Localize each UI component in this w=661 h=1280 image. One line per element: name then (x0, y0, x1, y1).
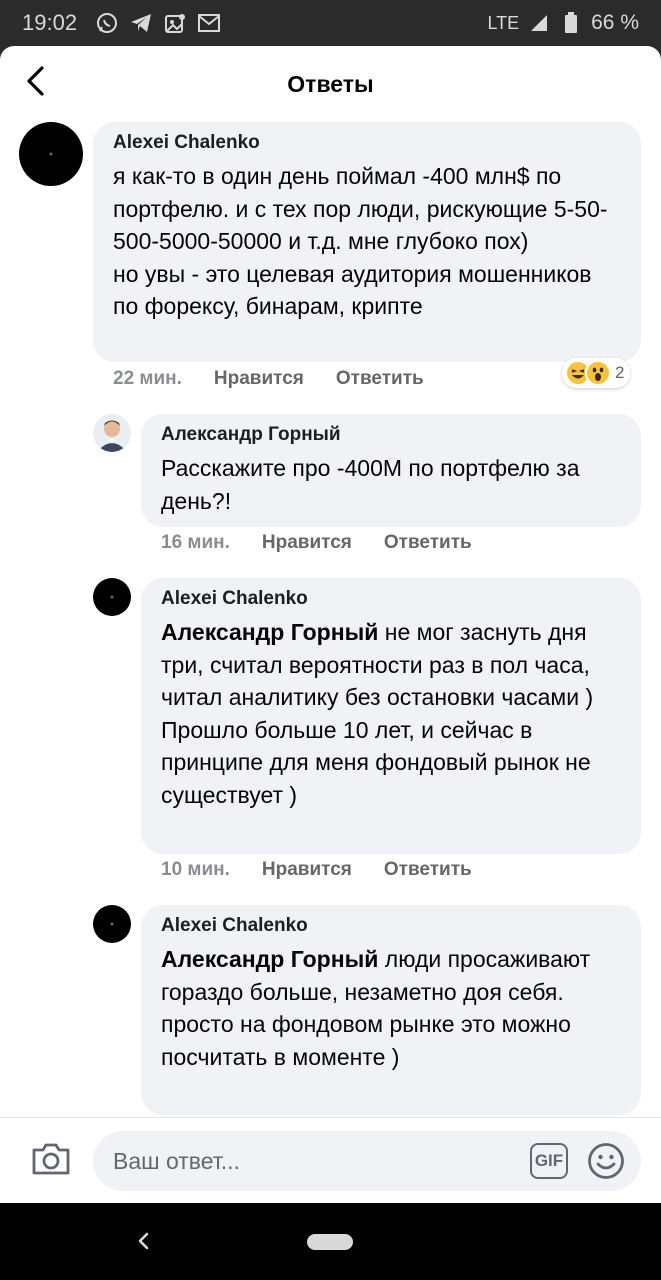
reply-button[interactable]: Ответить (384, 859, 472, 881)
page-title: Ответы (287, 70, 374, 97)
smiley-icon (588, 1143, 624, 1179)
like-button[interactable]: Нравится (262, 859, 352, 881)
comment-text: Александр Горный люди просаживают горазд… (161, 943, 621, 1073)
chevron-left-icon (138, 1232, 149, 1250)
mention-link[interactable]: Александр Горный (161, 619, 378, 645)
comment-bubble: Alexei Chalenko Александр Горный люди пр… (141, 905, 641, 1115)
system-nav-bar (0, 1203, 661, 1280)
like-button[interactable]: Нравится (262, 532, 352, 554)
comment-text: я как-то в один день поймал -400 млн$ по… (113, 163, 608, 319)
reply-composer: Ваш ответ... GIF (0, 1117, 661, 1203)
avatar[interactable] (19, 122, 83, 186)
avatar[interactable] (93, 578, 131, 616)
like-button[interactable]: Нравится (214, 368, 304, 390)
header: Ответы (0, 46, 661, 122)
comment-author[interactable]: Alexei Chalenko (161, 588, 621, 610)
emoji-button[interactable] (587, 1142, 625, 1180)
signal-icon (527, 11, 551, 35)
comment-body: не мог заснуть дня три, считал вероятнос… (161, 619, 594, 808)
battery-icon (559, 11, 583, 35)
wow-emoji-icon (585, 360, 611, 386)
telegram-icon (129, 11, 153, 35)
battery-level: 66 % (591, 11, 639, 34)
system-back-button[interactable] (130, 1227, 158, 1255)
gif-label: GIF (534, 1151, 564, 1170)
comment-text: Александр Горный не мог заснуть дня три,… (161, 616, 621, 811)
reply-placeholder: Ваш ответ... (113, 1147, 240, 1174)
back-button[interactable] (14, 60, 56, 102)
comment-author[interactable]: Александр Горный (161, 424, 621, 446)
photo-icon (163, 11, 187, 35)
reaction-count: 2 (615, 363, 625, 382)
status-bar: 19:02 LTE 66 % (0, 0, 661, 46)
avatar[interactable] (93, 414, 131, 452)
comment-bubble: Alexei Chalenko Александр Горный не мог … (141, 578, 641, 854)
system-home-pill[interactable] (307, 1234, 353, 1250)
comment-author[interactable]: Alexei Chalenko (161, 915, 621, 937)
network-label: LTE (487, 12, 520, 33)
reactions-badge[interactable]: 2 (562, 358, 631, 388)
comment-thread: Alexei Chalenko я как-то в один день пой… (0, 122, 661, 1116)
comment-bubble: Александр Горный Расскажите про -400М по… (141, 414, 641, 527)
mention-link[interactable]: Александр Горный (161, 946, 378, 972)
comment-time: 10 мин. (161, 859, 230, 880)
reply-button[interactable]: Ответить (336, 368, 424, 390)
comment-bubble: Alexei Chalenko я как-то в один день пой… (93, 122, 641, 362)
comment-time: 22 мин. (113, 368, 182, 389)
replies-sheet: Ответы Alexei Chalenko я как-то в один д… (0, 46, 661, 1203)
gif-button[interactable]: GIF (530, 1143, 568, 1179)
chevron-left-icon (27, 66, 44, 96)
reply-button[interactable]: Ответить (384, 532, 472, 554)
camera-button[interactable] (30, 1138, 72, 1180)
comment-author[interactable]: Alexei Chalenko (113, 132, 621, 154)
comment-meta: 22 мин. Нравится Ответить (113, 368, 456, 390)
comment-meta: 16 мин. Нравится Ответить (161, 532, 504, 554)
comment-time: 16 мин. (161, 532, 230, 553)
status-time: 19:02 (22, 10, 78, 35)
user-photo-icon (97, 420, 127, 452)
comment-meta: 10 мин. Нравится Ответить (161, 859, 504, 881)
whatsapp-icon (95, 11, 119, 35)
comment-text: Расскажите про -400М по портфелю за день… (161, 455, 580, 514)
avatar[interactable] (93, 905, 131, 943)
camera-icon (32, 1143, 70, 1175)
mail-icon (197, 11, 221, 35)
